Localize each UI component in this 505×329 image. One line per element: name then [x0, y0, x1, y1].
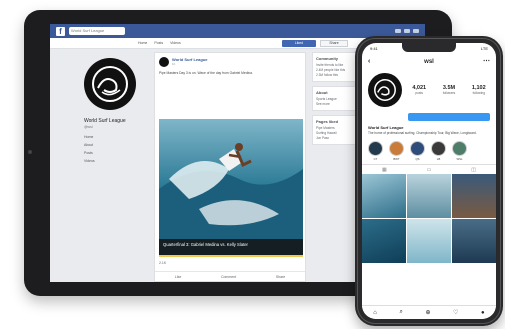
- notifications-icon[interactable]: [413, 29, 419, 33]
- menu-item-posts[interactable]: Posts: [84, 151, 140, 159]
- highlight-item[interactable]: QS: [410, 141, 425, 161]
- stat-followers[interactable]: 3.5M followers: [443, 85, 456, 95]
- post-author-name[interactable]: World Surf League: [172, 57, 207, 62]
- post-author-avatar[interactable]: [159, 57, 169, 67]
- page-left-column: World Surf League @wsl Home About Posts …: [84, 58, 140, 167]
- product-mockup-scene: f World Surf League Home Posts Videos Li…: [0, 0, 505, 329]
- highlight-label: CT: [373, 157, 378, 162]
- stat-posts[interactable]: 4,021 posts: [412, 85, 426, 95]
- search-input[interactable]: World Surf League: [69, 27, 125, 35]
- story-highlights: CT BWT QS LB WSL: [362, 136, 496, 164]
- tab-posts[interactable]: Posts: [154, 41, 163, 45]
- instagram-profile-screen: 9:41 LTE ‹ wsl ⋯ 4,021 posts 3.5M follow…: [362, 43, 496, 319]
- friends-icon[interactable]: [395, 29, 401, 33]
- search-icon[interactable]: ⌕: [399, 309, 402, 316]
- highlight-thumbnail: [452, 141, 467, 157]
- heart-icon[interactable]: ♡: [453, 309, 458, 316]
- highlight-thumbnail: [368, 141, 383, 157]
- post-video-caption: Quarterfinal 3: Gabriel Medina vs. Kelly…: [159, 239, 303, 257]
- comment-button[interactable]: Comment: [221, 275, 236, 279]
- highlight-thumbnail: [410, 141, 425, 157]
- stat-label: posts: [415, 91, 423, 95]
- post-actions-bar: Like Comment Share: [155, 271, 305, 281]
- igtv-icon[interactable]: ▭: [427, 167, 432, 173]
- post-surf-photo[interactable]: [159, 119, 303, 255]
- share-post-button[interactable]: Share: [276, 275, 285, 279]
- highlight-label: LB: [436, 157, 441, 162]
- page-menu: Home About Posts Videos: [84, 135, 140, 167]
- profile-view-tabs: ▦ ▭ ◫: [362, 164, 496, 174]
- post-timestamp[interactable]: 1h: [172, 62, 207, 66]
- stat-following[interactable]: 1,102 following: [472, 85, 486, 95]
- page-name: World Surf League: [84, 118, 126, 124]
- status-signal: LTE: [480, 46, 488, 51]
- wave-logo-icon: [374, 79, 396, 101]
- stat-label: following: [472, 91, 485, 95]
- top-bar-actions: [395, 29, 419, 33]
- feed-post: World Surf League 1h Pipe Masters Day 3 …: [154, 52, 306, 282]
- post-text: Pipe Masters Day 3 is on. Wave of the da…: [159, 71, 253, 75]
- profile-handle: wsl: [424, 59, 434, 65]
- tablet-camera: [28, 150, 32, 154]
- highlight-item[interactable]: WSL: [452, 141, 467, 161]
- highlight-label: QS: [415, 157, 420, 162]
- profile-name: World Surf League: [368, 125, 404, 130]
- profile-icon[interactable]: ●: [481, 310, 485, 316]
- phone-device: 9:41 LTE ‹ wsl ⋯ 4,021 posts 3.5M follow…: [355, 36, 503, 326]
- grid-post[interactable]: [452, 174, 496, 219]
- profile-avatar[interactable]: [368, 73, 402, 107]
- instagram-header: ‹ wsl ⋯: [362, 55, 496, 69]
- follow-button[interactable]: [408, 113, 490, 121]
- wave-logo-icon: [92, 66, 128, 102]
- grid-post[interactable]: [407, 219, 451, 264]
- highlight-label: WSL: [456, 157, 463, 162]
- post-header: World Surf League 1h: [155, 53, 305, 71]
- phone-notch: [402, 43, 456, 52]
- menu-item-videos[interactable]: Videos: [84, 159, 140, 167]
- surf-wave-image: [159, 119, 303, 255]
- highlight-item[interactable]: LB: [431, 141, 446, 161]
- menu-item-home[interactable]: Home: [84, 135, 140, 143]
- profile-stats: 4,021 posts 3.5M followers 1,102 followi…: [408, 85, 490, 95]
- grid-post[interactable]: [452, 219, 496, 264]
- home-icon[interactable]: ⌂: [373, 310, 377, 316]
- menu-item-about[interactable]: About: [84, 143, 140, 151]
- chevron-left-icon[interactable]: ‹: [368, 58, 370, 65]
- bottom-nav: ⌂ ⌕ ⊕ ♡ ●: [362, 305, 496, 319]
- reaction-count[interactable]: 2.1K: [159, 261, 166, 265]
- messages-icon[interactable]: [404, 29, 410, 33]
- share-button[interactable]: Share: [320, 40, 348, 47]
- grid-post[interactable]: [407, 174, 451, 219]
- page-avatar[interactable]: [84, 58, 136, 110]
- highlight-item[interactable]: BWT: [389, 141, 404, 161]
- tab-home[interactable]: Home: [138, 41, 147, 45]
- tagged-icon[interactable]: ◫: [471, 167, 476, 173]
- more-options-icon[interactable]: ⋯: [483, 57, 490, 65]
- grid-icon[interactable]: ▦: [382, 167, 387, 173]
- status-time: 9:41: [370, 46, 378, 51]
- post-grid: [362, 174, 496, 264]
- grid-post[interactable]: [362, 219, 406, 264]
- facebook-logo-icon[interactable]: f: [56, 26, 65, 36]
- highlight-thumbnail: [389, 141, 404, 157]
- page-handle: @wsl: [84, 125, 93, 129]
- grid-post[interactable]: [362, 174, 406, 219]
- add-post-icon[interactable]: ⊕: [425, 309, 430, 316]
- tab-videos[interactable]: Videos: [170, 41, 181, 45]
- profile-summary: 4,021 posts 3.5M followers 1,102 followi…: [362, 69, 496, 111]
- like-page-button[interactable]: Liked: [282, 40, 316, 47]
- stat-label: followers: [442, 91, 456, 95]
- highlight-label: BWT: [393, 157, 400, 162]
- highlight-thumbnail: [431, 141, 446, 157]
- highlight-item[interactable]: CT: [368, 141, 383, 161]
- like-button[interactable]: Like: [175, 275, 181, 279]
